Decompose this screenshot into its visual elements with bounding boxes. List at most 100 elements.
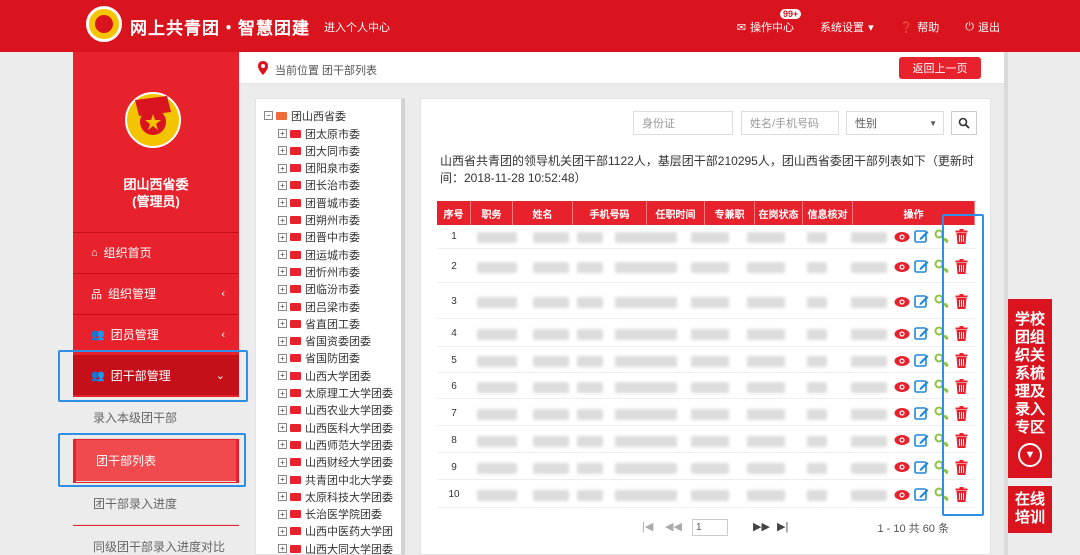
next-page-icon[interactable]: ▶▶ [753, 520, 770, 533]
folder-icon [290, 440, 301, 449]
tree-item[interactable]: + 山西财经大学团委 [278, 454, 393, 471]
personal-center-link[interactable]: 进入个人中心 [324, 19, 390, 35]
expand-icon[interactable]: + [278, 163, 287, 173]
expand-icon[interactable]: + [278, 371, 287, 381]
expand-icon[interactable]: + [278, 544, 287, 554]
expand-icon[interactable]: + [278, 353, 287, 363]
first-page-icon[interactable]: |◀ [642, 520, 653, 533]
folder-icon [290, 216, 301, 224]
expand-icon[interactable]: + [278, 129, 287, 138]
menu-org-home[interactable]: ⌂ 组织首页 [73, 232, 239, 272]
redacted-cell [747, 356, 785, 367]
name-phone-input[interactable]: 姓名/手机号码 [741, 111, 839, 135]
edit-icon[interactable] [913, 378, 930, 395]
expand-icon[interactable]: + [278, 146, 287, 156]
tree-item[interactable]: + 共青团中北大学委 [278, 471, 393, 488]
edit-icon[interactable] [913, 352, 930, 369]
tree-item[interactable]: + 山西大学团委 [278, 367, 371, 384]
expand-icon[interactable]: + [278, 284, 287, 294]
expand-icon[interactable]: + [278, 302, 287, 311]
gender-select[interactable]: 性别 ▼ [846, 111, 944, 135]
menu-org-manage[interactable]: 品组织管理 ‹ [73, 273, 239, 313]
online-training-tab[interactable]: 在线培训 [1008, 486, 1052, 533]
edit-icon[interactable] [913, 228, 930, 245]
expand-icon[interactable]: + [278, 475, 287, 484]
expand-icon[interactable]: + [278, 440, 287, 450]
expand-icon[interactable]: + [278, 198, 287, 208]
view-icon[interactable] [893, 432, 910, 449]
tree-item[interactable]: + 团阳泉市委 [278, 160, 360, 177]
view-icon[interactable] [893, 405, 910, 422]
tree-item[interactable]: + 山西医科大学团委 [278, 419, 393, 436]
chevron-down-circle-icon: ▼ [1018, 443, 1042, 467]
tree-item[interactable]: + 山西中医药大学团 [278, 523, 393, 540]
expand-icon[interactable]: + [278, 232, 287, 242]
expand-icon[interactable]: + [278, 215, 287, 225]
expand-icon[interactable]: + [278, 336, 287, 346]
tree-item[interactable]: + 团长治市委 [278, 177, 360, 194]
search-button[interactable] [951, 111, 977, 135]
back-button[interactable]: 返回上一页 [899, 57, 981, 79]
tree-item[interactable]: + 团晋中市委 [278, 229, 360, 246]
tree-item[interactable]: + 团晋城市委 [278, 194, 360, 211]
collapse-icon[interactable]: − [264, 111, 273, 120]
view-icon[interactable] [893, 486, 910, 503]
page-input[interactable]: 1 [692, 519, 728, 536]
tree-item[interactable]: + 山西农业大学团委 [278, 402, 393, 419]
tree-item[interactable]: + 太原理工大学团委 [278, 385, 393, 402]
tree-item[interactable]: + 团忻州市委 [278, 263, 360, 280]
tree-item[interactable]: + 省直团工委 [278, 315, 360, 332]
tree-item[interactable]: + 团运城市委 [278, 246, 360, 263]
settings-menu[interactable]: 系统设置 ▾ [820, 19, 874, 35]
edit-icon[interactable] [913, 258, 930, 275]
expand-icon[interactable]: + [278, 509, 287, 519]
tree-item[interactable]: + 省国防团委 [278, 350, 360, 367]
logout-link[interactable]: ⏻ 退出 [965, 19, 1000, 35]
folder-icon [290, 129, 301, 138]
view-icon[interactable] [893, 228, 910, 245]
tree-item[interactable]: + 长治医学院团委 [278, 506, 382, 523]
tree-item[interactable]: + 太原科技大学团委 [278, 488, 393, 505]
help-link[interactable]: ❓ 帮助 [900, 19, 940, 35]
view-icon[interactable] [893, 293, 910, 310]
expand-icon[interactable]: + [278, 319, 287, 329]
tree-item[interactable]: + 省国资委团委 [278, 333, 371, 350]
ops-center-link[interactable]: ✉ 操作中心 [737, 19, 794, 35]
edit-icon[interactable] [913, 293, 930, 310]
tree-item[interactable]: + 山西大同大学团委 [278, 540, 393, 554]
menu-member-manage[interactable]: 👥 团员管理 ‹ [73, 314, 239, 354]
expand-icon[interactable]: + [278, 250, 287, 260]
last-page-icon[interactable]: ▶| [777, 520, 788, 533]
expand-icon[interactable]: + [278, 492, 287, 502]
expand-icon[interactable]: + [278, 423, 287, 433]
view-icon[interactable] [893, 325, 910, 342]
edit-icon[interactable] [913, 405, 930, 422]
expand-icon[interactable]: + [278, 180, 287, 190]
tree-item[interactable]: + 山西师范大学团委 [278, 436, 393, 453]
submenu-progress-compare[interactable]: 同级团干部录入进度对比 [73, 526, 239, 555]
view-icon[interactable] [893, 258, 910, 275]
edit-icon[interactable] [913, 325, 930, 342]
view-icon[interactable] [893, 352, 910, 369]
expand-icon[interactable]: + [278, 388, 287, 398]
tree-item[interactable]: + 团大同市委 [278, 142, 360, 159]
tree-item[interactable]: + 团太原市委 [278, 125, 360, 142]
edit-icon[interactable] [913, 486, 930, 503]
submenu-entry-progress[interactable]: 团干部录入进度 [73, 483, 239, 525]
expand-icon[interactable]: + [278, 267, 287, 277]
expand-icon[interactable]: + [278, 457, 287, 467]
prev-page-icon[interactable]: ◀◀ [665, 520, 682, 533]
tree-item[interactable]: + 团朔州市委 [278, 212, 360, 229]
expand-icon[interactable]: + [278, 526, 287, 536]
tree-item[interactable]: + 团临汾市委 [278, 281, 360, 298]
school-relations-tab[interactable]: 学校团组织关系梳理及录入专区 ▼ [1008, 299, 1052, 478]
edit-icon[interactable] [913, 459, 930, 476]
view-icon[interactable] [893, 378, 910, 395]
view-icon[interactable] [893, 459, 910, 476]
tree-root[interactable]: − 团山西省委 [264, 107, 346, 124]
redacted-cell [747, 408, 785, 420]
id-input[interactable]: 身份证 [633, 111, 733, 135]
tree-item[interactable]: + 团吕梁市委 [278, 298, 360, 315]
edit-icon[interactable] [913, 432, 930, 449]
expand-icon[interactable]: + [278, 405, 287, 415]
